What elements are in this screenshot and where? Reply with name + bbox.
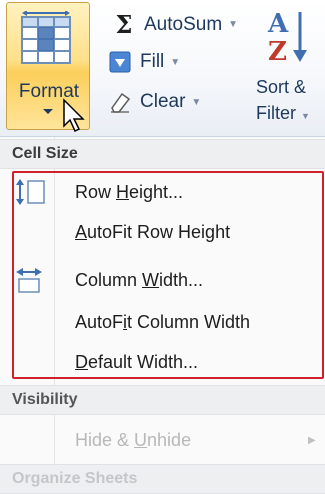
sort-az-icon: A Z: [267, 9, 307, 66]
clear-button[interactable]: Clear ▼: [108, 90, 201, 114]
fill-button[interactable]: Fill ▼: [108, 50, 180, 74]
fill-label: Fill: [140, 51, 165, 72]
clear-dropdown-icon[interactable]: ▼: [191, 97, 201, 108]
sigma-icon: Σ: [115, 10, 133, 39]
sort-label-line1: Sort &: [256, 77, 307, 97]
hide-unhide-accel: U: [134, 429, 148, 450]
sort-filter-button[interactable]: Sort & Filter ▼: [256, 74, 325, 129]
eraser-icon: [111, 92, 131, 113]
fill-dropdown-icon[interactable]: ▼: [170, 57, 180, 68]
clear-label: Clear: [140, 91, 186, 112]
submenu-arrow-icon: ▶: [308, 434, 316, 446]
sort-dropdown-icon[interactable]: ▼: [301, 111, 310, 121]
format-table-icon: [21, 11, 71, 64]
cell-size-header: Cell Size: [0, 139, 325, 169]
svg-text:A: A: [267, 9, 289, 39]
format-dropdown-arrow-icon: [43, 109, 53, 114]
sort-label-line2: Filter: [256, 103, 296, 123]
hide-unhide-label-a: Hide &: [75, 429, 135, 450]
ribbon-editing-group: Format Σ AutoSum ▼ Fill ▼ Clear ▼ A Z So…: [0, 0, 325, 137]
organize-sheets-header: Organize Sheets: [0, 464, 325, 494]
autosum-dropdown-icon[interactable]: ▼: [228, 19, 238, 30]
fill-down-icon: [109, 51, 131, 73]
svg-text:Z: Z: [268, 37, 287, 66]
autosum-button[interactable]: Σ AutoSum ▼: [112, 10, 239, 39]
menu-item-hide-unhide[interactable]: Hide & Unhide ▶: [0, 420, 325, 460]
highlight-annotation-box: [12, 171, 324, 379]
hide-unhide-label-b: nhide: [147, 429, 192, 450]
autosum-label: AutoSum: [144, 13, 223, 35]
visibility-header: Visibility: [0, 385, 325, 415]
mouse-pointer-icon: [63, 98, 85, 133]
